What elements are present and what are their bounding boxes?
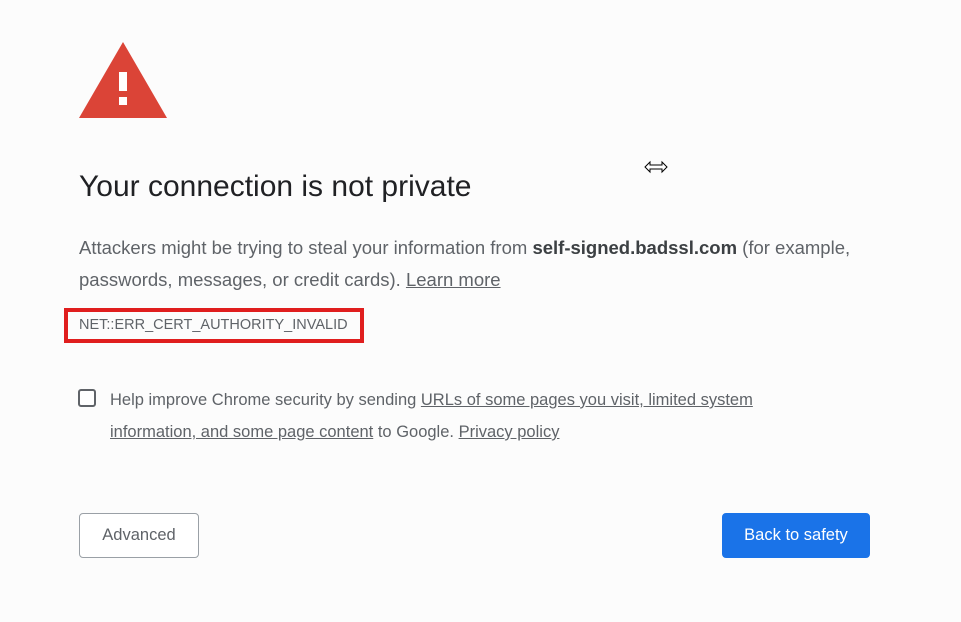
opt-in-text-middle: to Google.	[373, 423, 459, 441]
error-code: NET::ERR_CERT_AUTHORITY_INVALID	[79, 317, 348, 333]
page-title: Your connection is not private	[79, 170, 472, 203]
opt-in-text: Help improve Chrome security by sending …	[110, 384, 810, 448]
improve-security-checkbox[interactable]	[78, 389, 96, 407]
opt-in-text-start: Help improve Chrome security by sending	[110, 391, 421, 409]
back-to-safety-button[interactable]: Back to safety	[722, 513, 870, 558]
main-message: Attackers might be trying to steal your …	[79, 232, 859, 296]
warning-triangle-icon	[79, 42, 167, 118]
privacy-policy-link[interactable]: Privacy policy	[459, 423, 560, 441]
description-text-start: Attackers might be trying to steal your …	[79, 237, 533, 258]
advanced-button[interactable]: Advanced	[79, 513, 199, 558]
interstitial-page: Your connection is not private Attackers…	[0, 0, 961, 622]
learn-more-link[interactable]: Learn more	[406, 269, 501, 290]
hostname: self-signed.badssl.com	[532, 237, 738, 258]
resize-horizontal-cursor-icon	[644, 160, 668, 174]
